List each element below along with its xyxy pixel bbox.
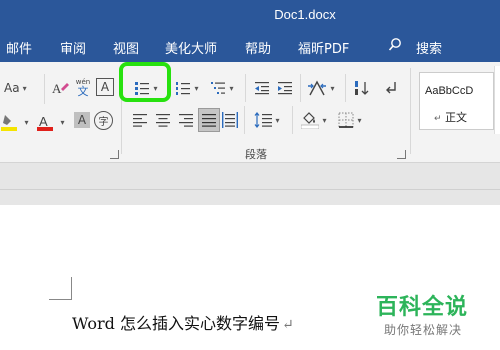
ribbon-home: Aa ▾ A wén 文 A ▾ A ▾ A 字 ▾ ▾ ▾ ▾ ▾ ▾ ▾ 段… (0, 62, 500, 163)
align-center-button[interactable] (154, 110, 172, 130)
chevron-down-icon: ▾ (22, 83, 27, 93)
borders-button[interactable]: ▾ (333, 110, 367, 130)
align-right-icon (179, 114, 193, 127)
divider (410, 68, 411, 154)
font-color-button[interactable]: A (36, 112, 54, 132)
svg-text:A: A (39, 114, 48, 129)
align-left-icon (133, 114, 147, 127)
sort-button[interactable] (352, 78, 372, 98)
tab-review[interactable]: 审阅 (60, 38, 86, 57)
chevron-down-icon: ▾ (194, 83, 199, 93)
justify-button[interactable] (198, 108, 220, 132)
line-spacing-icon (255, 112, 273, 128)
document-title: Doc1.docx (274, 7, 336, 22)
style-normal[interactable]: AaBbCcD ↵ 正文 (419, 72, 494, 130)
pilcrow-icon (386, 82, 396, 94)
paragraph-dialog-launcher-icon[interactable] (397, 150, 406, 159)
align-left-button[interactable] (131, 110, 149, 130)
paragraph-mark: ↵ (281, 317, 294, 333)
chinese-layout-icon (308, 80, 327, 96)
justify-icon (202, 114, 216, 127)
highlight-dropdown[interactable]: ▾ (20, 112, 30, 132)
style-pilcrow: ↵ (434, 114, 442, 124)
paragraph-group-label: 段落 (245, 148, 267, 161)
watermark-slogan: 助你轻松解决 (384, 323, 463, 337)
distributed-icon (222, 112, 238, 128)
chinese-layout-button[interactable]: ▾ (304, 77, 338, 99)
chevron-down-icon: ▾ (60, 117, 65, 127)
paragraph-shading-button[interactable]: ▾ (297, 110, 331, 130)
bullets-button[interactable]: ▾ (131, 78, 161, 98)
document-line[interactable]: Word 怎么插入实心数字编号 ↵ (72, 310, 294, 334)
highlight-color-button[interactable] (0, 112, 18, 132)
enclose-characters-button[interactable]: 字 (94, 111, 113, 130)
decrease-indent-button[interactable] (252, 78, 272, 98)
ruler-area (0, 163, 500, 190)
font-color-icon: A (37, 114, 53, 131)
style-gallery-next[interactable] (494, 66, 500, 134)
divider (292, 106, 293, 134)
borders-icon (338, 112, 354, 128)
numbering-button[interactable]: ▾ (172, 78, 202, 98)
tab-foxit-pdf[interactable]: 福昕PDF (298, 38, 349, 57)
divider (44, 74, 45, 104)
divider (121, 68, 122, 154)
font-color-dropdown[interactable]: ▾ (56, 112, 66, 132)
style-name: 正文 (445, 111, 468, 124)
chevron-down-icon: ▾ (24, 117, 29, 127)
chevron-down-icon: ▾ (330, 83, 335, 93)
tab-help[interactable]: 帮助 (245, 38, 271, 57)
tab-search[interactable]: 搜索 (416, 38, 442, 57)
sort-icon (355, 81, 369, 95)
increase-indent-button[interactable] (275, 78, 295, 98)
font-dialog-launcher-icon[interactable] (110, 150, 119, 159)
multilevel-list-icon (211, 82, 226, 94)
style-name-row: ↵ 正文 (434, 109, 467, 125)
document-text: Word 怎么插入实心数字编号 (72, 314, 280, 333)
character-border-button[interactable]: A (96, 78, 114, 96)
chevron-down-icon: ▾ (229, 83, 234, 93)
chevron-down-icon: ▾ (357, 115, 362, 125)
chevron-down-icon: ▾ (275, 115, 280, 125)
character-shading-button[interactable]: A (74, 112, 90, 128)
bullet-list-icon (135, 82, 150, 95)
watermark: 百科全说 助你轻松解决 (372, 289, 497, 345)
svg-text:A: A (52, 81, 62, 96)
tab-mailings[interactable]: 邮件 (6, 38, 32, 57)
chevron-down-icon: ▾ (322, 115, 327, 125)
ribbon-tabs: 邮件 审阅 视图 美化大师 帮助 福昕PDF 搜索 (0, 32, 500, 62)
phonetic-guide-button[interactable]: wén 文 (72, 75, 94, 101)
chevron-down-icon: ▾ (153, 83, 158, 93)
divider (244, 106, 245, 134)
change-case-button[interactable]: Aa ▾ (4, 78, 27, 98)
tab-beautify-master[interactable]: 美化大师 (165, 38, 217, 57)
clear-formatting-icon: A (52, 81, 69, 96)
decrease-indent-icon (255, 82, 269, 95)
margin-corner-mark (49, 277, 72, 300)
document-page[interactable]: Word 怎么插入实心数字编号 ↵ 百科全说 助你轻松解决 (0, 205, 500, 350)
clear-formatting-button[interactable]: A (50, 78, 70, 98)
line-spacing-button[interactable]: ▾ (250, 110, 284, 130)
paint-bucket-icon (301, 112, 320, 129)
align-center-icon (156, 114, 170, 127)
divider (300, 74, 301, 102)
watermark-brand: 百科全说 (376, 295, 469, 320)
align-right-button[interactable] (177, 110, 195, 130)
highlighter-icon (1, 115, 17, 131)
change-case-label: Aa (4, 81, 20, 95)
phonetic-char: 文 (77, 85, 89, 98)
show-hide-marks-button[interactable] (381, 78, 401, 98)
distributed-button[interactable] (221, 110, 239, 130)
numbered-list-icon (176, 82, 191, 95)
tab-view[interactable]: 视图 (113, 38, 139, 57)
title-bar: Doc1.docx (0, 0, 500, 32)
search-icon[interactable] (388, 37, 402, 53)
divider (245, 74, 246, 102)
divider (345, 74, 346, 102)
increase-indent-icon (278, 82, 292, 95)
multilevel-list-button[interactable]: ▾ (207, 78, 237, 98)
style-preview-text: AaBbCcD (425, 85, 474, 97)
